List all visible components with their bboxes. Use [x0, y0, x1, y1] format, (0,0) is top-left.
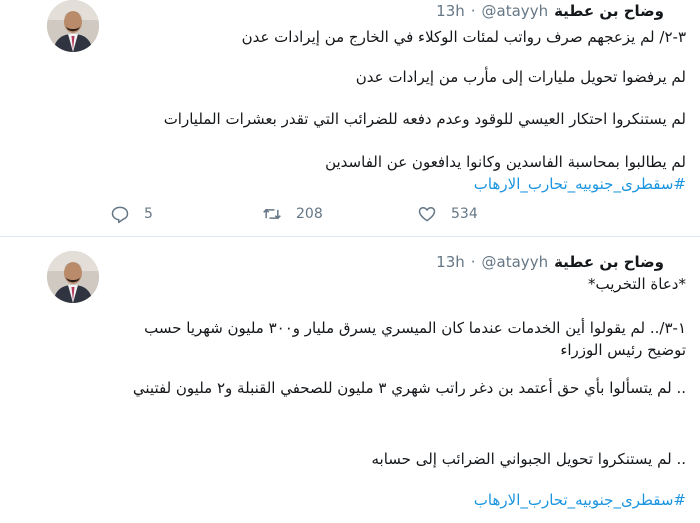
retweet-icon	[263, 208, 281, 220]
reply-button[interactable]: 5	[110, 204, 153, 224]
like-button[interactable]: 534	[417, 204, 478, 224]
like-icon	[418, 207, 436, 222]
tweet[interactable]: وضاح بن عطية @atayyh · 13h *دعاة التخريب…	[0, 237, 700, 523]
retweet-count: 208	[296, 206, 323, 222]
tweet-text-line: .. لم يستنكروا تحويل الجبواني الضرائب إل…	[371, 450, 686, 468]
separator-dot: ·	[470, 2, 476, 20]
tweet-actions: 5 208 534	[110, 204, 590, 226]
tweet-text-line: .. لم يتسألوا بأي حق أعتمد بن دغر راتب ش…	[132, 379, 686, 397]
author-name[interactable]: وضاح بن عطية	[554, 2, 664, 20]
reply-icon	[111, 206, 129, 224]
tweet-header: وضاح بن عطية @atayyh · 13h	[436, 251, 664, 273]
tweet-text-line: ١-٣/.. لم يقولوا أين الخدمات عندما كان ا…	[144, 319, 686, 359]
timestamp[interactable]: 13h	[436, 2, 465, 20]
avatar[interactable]	[47, 0, 99, 52]
author-name[interactable]: وضاح بن عطية	[554, 253, 664, 271]
tweet-header: وضاح بن عطية @atayyh · 13h	[436, 0, 664, 22]
reply-count: 5	[144, 206, 153, 222]
tweet-text-line: لم يرفضوا تحويل مليارات إلى مأرب من إيرا…	[355, 68, 686, 86]
tweet[interactable]: وضاح بن عطية @atayyh · 13h ٣-٢/ لم يزعجه…	[0, 0, 700, 237]
avatar[interactable]	[47, 251, 99, 303]
separator-dot: ·	[470, 253, 476, 271]
author-handle[interactable]: @atayyh	[482, 2, 549, 20]
timestamp[interactable]: 13h	[436, 253, 465, 271]
hashtag-link[interactable]: #سقطرى_جنوبيه_تحارب_الارهاب	[474, 489, 686, 511]
tweet-text-line: ٣-٢/ لم يزعجهم صرف رواتب لمئات الوكلاء ف…	[241, 28, 686, 46]
hashtag-link[interactable]: #سقطرى_جنوبيه_تحارب_الارهاب	[474, 173, 686, 195]
tweet-text-line: *دعاة التخريب*	[588, 275, 686, 293]
tweet-text-line: لم يستنكروا احتكار العيسي للوقود وعدم دف…	[163, 110, 686, 128]
retweet-button[interactable]: 208	[262, 204, 323, 224]
tweet-text-line: لم يطالبوا بمحاسبة الفاسدين وكانوا يدافع…	[325, 153, 686, 171]
author-handle[interactable]: @atayyh	[482, 253, 549, 271]
like-count: 534	[451, 206, 478, 222]
